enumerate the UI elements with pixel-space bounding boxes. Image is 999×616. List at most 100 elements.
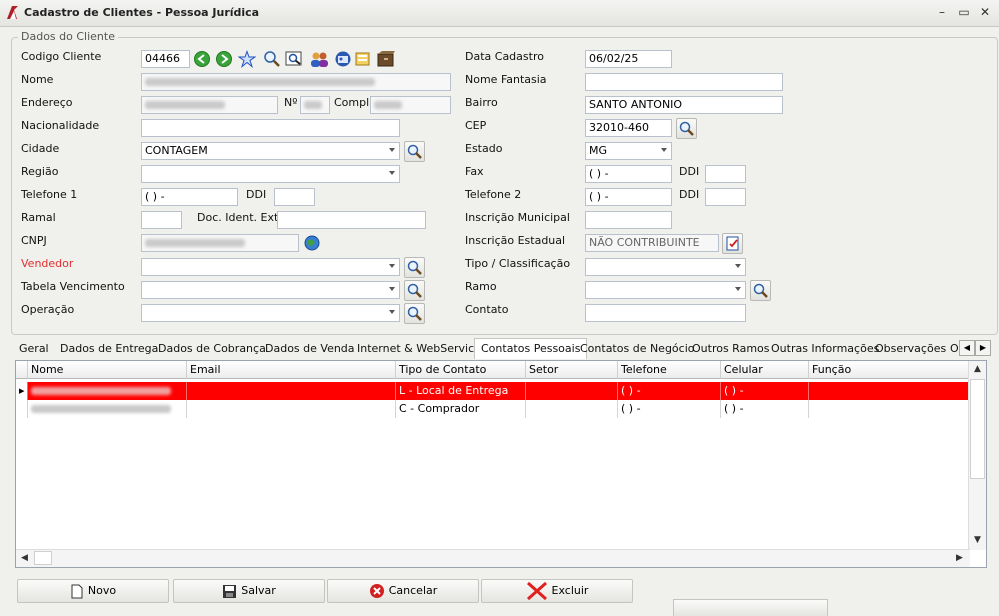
cnpj-field[interactable] <box>141 234 299 252</box>
previous-record-button[interactable] <box>193 50 213 70</box>
insc-municipal-field[interactable] <box>585 211 672 229</box>
cell-email[interactable] <box>187 382 396 400</box>
tab-geral[interactable]: Geral <box>19 342 49 355</box>
cancelar-button[interactable]: Cancelar <box>327 579 479 603</box>
numero-field[interactable] <box>300 96 330 114</box>
contato-field[interactable] <box>585 304 746 322</box>
endereco-field[interactable] <box>141 96 278 114</box>
search-button[interactable] <box>263 50 283 70</box>
fax-field[interactable]: ( ) - <box>585 165 672 183</box>
scroll-right-icon[interactable]: ▶ <box>952 551 967 566</box>
tab-dados-entrega[interactable]: Dados de Entrega <box>60 342 158 355</box>
estado-combo[interactable]: MG <box>585 142 672 160</box>
tipo-combo[interactable] <box>585 258 746 276</box>
close-button[interactable]: ✕ <box>977 5 993 19</box>
cell-nome[interactable] <box>28 400 187 418</box>
cell-funcao[interactable] <box>809 400 970 418</box>
cell-email[interactable] <box>187 400 396 418</box>
partially-visible-button[interactable] <box>673 599 828 616</box>
cell-celular[interactable]: ( ) - <box>721 382 809 400</box>
scroll-thumb[interactable] <box>970 379 985 479</box>
document-button[interactable] <box>354 50 374 70</box>
archive-button[interactable] <box>376 50 396 70</box>
maximize-button[interactable]: ▭ <box>956 5 972 19</box>
ddi2-field[interactable] <box>705 188 746 206</box>
table-row[interactable]: C - Comprador ( ) - ( ) - <box>16 400 970 418</box>
compl-field[interactable] <box>370 96 451 114</box>
tab-outras-informacoes[interactable]: Outras Informações <box>771 342 879 355</box>
scroll-left-icon[interactable]: ◀ <box>17 551 32 566</box>
tabela-search-button[interactable] <box>404 280 425 301</box>
nome-fantasia-field[interactable] <box>585 73 783 91</box>
minimize-button[interactable]: – <box>934 5 950 19</box>
telefone2-field[interactable]: ( ) - <box>585 188 672 206</box>
bairro-field[interactable]: SANTO ANTONIO <box>585 96 783 114</box>
ddi1-field[interactable] <box>274 188 315 206</box>
codigo-field[interactable]: 04466 <box>141 50 190 68</box>
cell-funcao[interactable] <box>809 382 970 400</box>
cep-field[interactable]: 32010-460 <box>585 119 672 137</box>
cep-search-button[interactable] <box>676 118 697 139</box>
nacionalidade-field[interactable] <box>141 119 400 137</box>
zoom-window-button[interactable] <box>285 50 305 70</box>
tab-contatos-pessoais[interactable]: Contatos Pessoais <box>474 338 588 359</box>
column-header-email[interactable]: Email <box>187 361 396 379</box>
cidade-combo[interactable]: CONTAGEM <box>141 142 400 160</box>
tab-internet-webservices[interactable]: Internet & WebServices <box>357 342 487 355</box>
telefone1-field[interactable]: ( ) - <box>141 188 238 206</box>
column-header-telefone[interactable]: Telefone <box>618 361 721 379</box>
column-header-celular[interactable]: Celular <box>721 361 809 379</box>
cell-tipo[interactable]: L - Local de Entrega <box>396 382 526 400</box>
tabela-combo[interactable] <box>141 281 400 299</box>
tab-outros-ramos[interactable]: Outros Ramos <box>692 342 770 355</box>
scroll-thumb[interactable] <box>34 551 52 565</box>
tab-scroll-left-button[interactable]: ◀ <box>959 340 975 356</box>
favorite-button[interactable] <box>237 50 258 70</box>
tab-scroll-right-button[interactable]: ▶ <box>975 340 991 356</box>
web-lookup-button[interactable] <box>303 234 323 254</box>
cell-setor[interactable] <box>526 400 618 418</box>
cell-tipo[interactable]: C - Comprador <box>396 400 526 418</box>
vertical-scrollbar[interactable]: ▲ ▼ <box>968 361 986 550</box>
scroll-up-icon[interactable]: ▲ <box>970 362 985 377</box>
tab-dados-cobranca[interactable]: Dados de Cobrança <box>158 342 266 355</box>
insc-estadual-field[interactable]: NÃO CONTRIBUINTE <box>585 234 719 252</box>
regiao-combo[interactable] <box>141 165 400 183</box>
novo-button[interactable]: Novo <box>17 579 169 603</box>
users-button[interactable] <box>310 50 330 70</box>
tab-dados-venda[interactable]: Dados de Venda <box>265 342 355 355</box>
operacao-search-button[interactable] <box>404 303 425 324</box>
cidade-search-button[interactable] <box>404 141 425 162</box>
vendedor-search-button[interactable] <box>404 257 425 278</box>
vendedor-combo[interactable] <box>141 258 400 276</box>
next-record-button[interactable] <box>215 50 235 70</box>
tab-contatos-negocio[interactable]: Contatos de Negócio <box>580 342 695 355</box>
column-header-tipo[interactable]: Tipo de Contato <box>396 361 526 379</box>
ddi-fax-field[interactable] <box>705 165 746 183</box>
cell-telefone[interactable]: ( ) - <box>618 382 721 400</box>
table-row[interactable]: ▸ L - Local de Entrega ( ) - ( ) - <box>16 382 970 400</box>
scroll-down-icon[interactable]: ▼ <box>970 533 985 548</box>
tab-overflow[interactable]: O <box>950 342 959 355</box>
salvar-button[interactable]: Salvar <box>173 579 325 603</box>
docident-field[interactable] <box>277 211 426 229</box>
operacao-combo[interactable] <box>141 304 400 322</box>
cell-celular[interactable]: ( ) - <box>721 400 809 418</box>
ramo-search-button[interactable] <box>750 280 771 301</box>
excluir-button[interactable]: Excluir <box>481 579 633 603</box>
data-cadastro-field[interactable]: 06/02/25 <box>585 50 672 68</box>
tab-observacoes[interactable]: Observações <box>875 342 946 355</box>
insc-estadual-edit-button[interactable] <box>722 233 743 254</box>
cell-telefone[interactable]: ( ) - <box>618 400 721 418</box>
contacts-button[interactable] <box>334 50 354 70</box>
cell-nome[interactable] <box>28 382 187 400</box>
nome-field[interactable] <box>141 73 451 91</box>
ramo-combo[interactable] <box>585 281 746 299</box>
arrow-right-icon <box>216 51 232 67</box>
ramal-field[interactable] <box>141 211 182 229</box>
cell-setor[interactable] <box>526 382 618 400</box>
column-header-funcao[interactable]: Função <box>809 361 970 379</box>
column-header-setor[interactable]: Setor <box>526 361 618 379</box>
horizontal-scrollbar[interactable]: ◀ ▶ <box>16 549 970 567</box>
column-header-nome[interactable]: Nome <box>28 361 187 379</box>
